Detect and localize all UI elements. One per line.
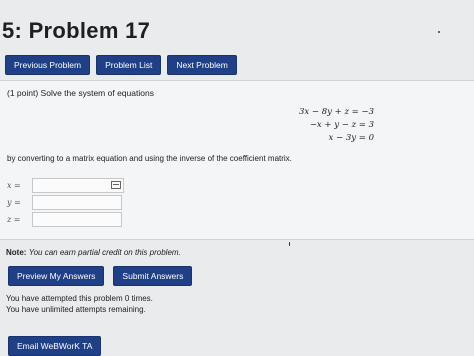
equation-3: x − 3y = 0: [328, 133, 374, 143]
equation-1: 3x − 8y + z = −3: [299, 107, 374, 117]
attempt-status: You have attempted this problem 0 times.…: [6, 293, 153, 315]
note-label: Note:: [6, 248, 27, 257]
y-answer-input[interactable]: [32, 195, 122, 210]
page-title: 5: Problem 17: [2, 18, 151, 43]
z-answer-input[interactable]: [32, 212, 122, 227]
next-problem-button[interactable]: Next Problem: [167, 55, 237, 75]
note-text: You can earn partial credit on this prob…: [28, 248, 181, 257]
equation-system: 3x − 8y + z = −3 −x + y − z = 3 x − 3y =…: [299, 106, 374, 145]
z-label: z =: [7, 215, 21, 224]
submit-answers-button[interactable]: Submit Answers: [113, 266, 193, 286]
remaining-attempts: You have unlimited attempts remaining.: [6, 305, 146, 314]
problem-intro: (1 point) Solve the system of equations: [7, 88, 154, 98]
screen-speck: [438, 31, 440, 33]
y-label: y =: [7, 198, 21, 207]
matrix-icon[interactable]: [111, 181, 121, 189]
y-answer-row: y =: [7, 195, 122, 210]
problem-instruction: by converting to a matrix equation and u…: [7, 154, 292, 163]
x-answer-row: x =: [7, 178, 124, 193]
x-label: x =: [7, 181, 21, 190]
previous-problem-button[interactable]: Previous Problem: [5, 55, 91, 75]
cursor-mark: [289, 242, 290, 246]
partial-credit-note: Note: You can earn partial credit on thi…: [6, 248, 181, 257]
x-answer-input[interactable]: [32, 178, 124, 193]
preview-answers-button[interactable]: Preview My Answers: [8, 266, 105, 286]
problem-list-button[interactable]: Problem List: [96, 55, 162, 75]
answer-actions: Preview My Answers Submit Answers: [8, 266, 193, 286]
problem-navigation: Previous Problem Problem List Next Probl…: [5, 55, 237, 75]
problem-panel: (1 point) Solve the system of equations …: [0, 80, 474, 240]
z-answer-row: z =: [7, 212, 122, 227]
equation-2: −x + y − z = 3: [309, 120, 374, 130]
attempt-count: You have attempted this problem 0 times.: [6, 294, 153, 303]
email-ta-button[interactable]: Email WeBWorK TA: [8, 336, 102, 356]
